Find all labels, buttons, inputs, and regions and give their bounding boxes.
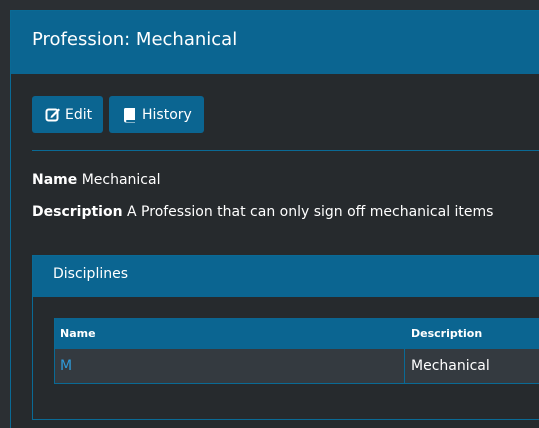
disciplines-table: Name Description M Mechanical xyxy=(54,318,539,384)
history-button[interactable]: History xyxy=(109,96,204,133)
column-header-description[interactable]: Description xyxy=(405,327,539,340)
name-label: Name xyxy=(32,172,78,188)
book-icon xyxy=(123,107,135,122)
page-title: Profession: Mechanical xyxy=(32,29,238,50)
table-cell-description: Mechanical xyxy=(411,358,490,374)
disciplines-panel: Disciplines Name Description M Mechanica… xyxy=(32,255,539,420)
description-field: Description A Profession that can only s… xyxy=(32,204,493,220)
profession-header: Profession: Mechanical xyxy=(11,11,539,74)
description-label: Description xyxy=(32,204,123,220)
disciplines-title: Disciplines xyxy=(53,266,128,282)
table-row: M Mechanical xyxy=(55,349,539,384)
edit-button-label: Edit xyxy=(65,106,93,123)
description-value: A Profession that can only sign off mech… xyxy=(127,204,494,220)
disciplines-header: Disciplines xyxy=(33,256,539,297)
divider xyxy=(32,150,539,151)
edit-button[interactable]: Edit xyxy=(32,96,103,133)
table-cell-name: M xyxy=(55,349,405,383)
name-field: Name Mechanical xyxy=(32,172,160,188)
column-header-name[interactable]: Name xyxy=(55,327,405,340)
profession-panel: Profession: Mechanical Edit History Name… xyxy=(10,10,539,428)
table-header: Name Description xyxy=(55,318,539,349)
history-button-label: History xyxy=(142,106,192,123)
discipline-link[interactable]: M xyxy=(60,358,72,374)
edit-icon xyxy=(45,108,60,121)
name-value: Mechanical xyxy=(81,172,161,188)
